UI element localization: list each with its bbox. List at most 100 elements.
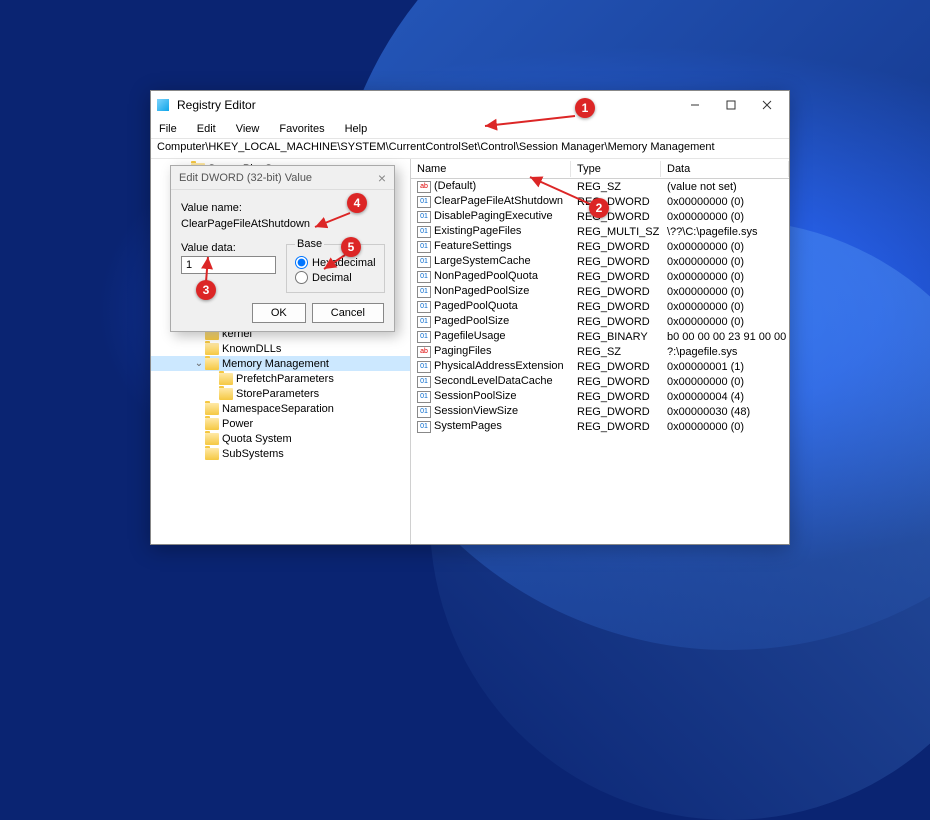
value-data-label: Value data: xyxy=(181,242,276,254)
folder-icon xyxy=(205,403,219,415)
menu-file[interactable]: File xyxy=(155,121,181,137)
value-row[interactable]: 01SystemPagesREG_DWORD0x00000000 (0) xyxy=(411,419,789,434)
menu-view[interactable]: View xyxy=(232,121,264,137)
menu-favorites[interactable]: Favorites xyxy=(275,121,328,137)
tree-item[interactable]: Power xyxy=(151,416,410,431)
value-type: REG_DWORD xyxy=(571,241,661,253)
tree-item[interactable]: StoreParameters xyxy=(151,386,410,401)
maximize-button[interactable] xyxy=(713,92,749,118)
binary-value-icon: 01 xyxy=(417,391,431,403)
binary-value-icon: 01 xyxy=(417,271,431,283)
menu-help[interactable]: Help xyxy=(341,121,372,137)
string-value-icon: ab xyxy=(417,181,431,193)
tree-item[interactable]: ⌄ Memory Management xyxy=(151,356,410,371)
value-row[interactable]: 01PagefileUsageREG_BINARYb0 00 00 00 23 … xyxy=(411,329,789,344)
folder-icon xyxy=(205,343,219,355)
value-name: (Default) xyxy=(434,180,476,192)
value-data: 0x00000000 (0) xyxy=(661,421,789,433)
binary-value-icon: 01 xyxy=(417,241,431,253)
cancel-button[interactable]: Cancel xyxy=(312,303,384,323)
binary-value-icon: 01 xyxy=(417,331,431,343)
list-header: Name Type Data xyxy=(411,159,789,179)
tree-item-label: Quota System xyxy=(222,433,292,445)
menubar: File Edit View Favorites Help xyxy=(151,119,789,139)
folder-icon xyxy=(205,358,219,370)
close-button[interactable] xyxy=(749,92,785,118)
radio-dec-input[interactable] xyxy=(295,271,308,284)
value-row[interactable]: 01PagedPoolQuotaREG_DWORD0x00000000 (0) xyxy=(411,299,789,314)
value-name: PagedPoolQuota xyxy=(434,300,518,312)
value-row[interactable]: ab(Default)REG_SZ(value not set) xyxy=(411,179,789,194)
tree-item[interactable]: KnownDLLs xyxy=(151,341,410,356)
value-data: 0x00000004 (4) xyxy=(661,391,789,403)
edit-dword-dialog: Edit DWORD (32-bit) Value × Value name: … xyxy=(170,165,395,332)
titlebar[interactable]: Registry Editor xyxy=(151,91,789,119)
ok-button[interactable]: OK xyxy=(252,303,306,323)
value-name: LargeSystemCache xyxy=(434,255,531,267)
binary-value-icon: 01 xyxy=(417,301,431,313)
value-name: DisablePagingExecutive xyxy=(434,210,553,222)
binary-value-icon: 01 xyxy=(417,376,431,388)
tree-item[interactable]: SubSystems xyxy=(151,446,410,461)
value-data: 0x00000000 (0) xyxy=(661,211,789,223)
tree-item-label: StoreParameters xyxy=(236,388,319,400)
value-row[interactable]: 01SecondLevelDataCacheREG_DWORD0x0000000… xyxy=(411,374,789,389)
callout-2: 2 xyxy=(589,198,609,218)
minimize-button[interactable] xyxy=(677,92,713,118)
regedit-icon xyxy=(155,97,171,113)
folder-icon xyxy=(205,418,219,430)
value-row[interactable]: 01PagedPoolSizeREG_DWORD0x00000000 (0) xyxy=(411,314,789,329)
value-type: REG_DWORD xyxy=(571,391,661,403)
menu-edit[interactable]: Edit xyxy=(193,121,220,137)
value-name: SecondLevelDataCache xyxy=(434,375,553,387)
value-row[interactable]: 01SessionViewSizeREG_DWORD0x00000030 (48… xyxy=(411,404,789,419)
tree-item-label: NamespaceSeparation xyxy=(222,403,334,415)
value-data: \??\C:\pagefile.sys xyxy=(661,226,789,238)
value-type: REG_DWORD xyxy=(571,286,661,298)
value-type: REG_DWORD xyxy=(571,421,661,433)
arrow-1 xyxy=(480,114,580,132)
dialog-titlebar[interactable]: Edit DWORD (32-bit) Value × xyxy=(171,166,394,190)
value-row[interactable]: 01ExistingPageFilesREG_MULTI_SZ\??\C:\pa… xyxy=(411,224,789,239)
value-data: 0x00000000 (0) xyxy=(661,271,789,283)
value-row[interactable]: 01PhysicalAddressExtensionREG_DWORD0x000… xyxy=(411,359,789,374)
value-name: PagingFiles xyxy=(434,345,491,357)
tree-item-label: Memory Management xyxy=(222,358,329,370)
tree-item[interactable]: NamespaceSeparation xyxy=(151,401,410,416)
arrow-2 xyxy=(525,174,595,212)
value-row[interactable]: 01LargeSystemCacheREG_DWORD0x00000000 (0… xyxy=(411,254,789,269)
value-row[interactable]: 01NonPagedPoolSizeREG_DWORD0x00000000 (0… xyxy=(411,284,789,299)
binary-value-icon: 01 xyxy=(417,256,431,268)
header-data[interactable]: Data xyxy=(661,161,789,177)
value-data: 0x00000000 (0) xyxy=(661,286,789,298)
value-data: (value not set) xyxy=(661,181,789,193)
value-data: 0x00000000 (0) xyxy=(661,241,789,253)
tree-item[interactable]: Quota System xyxy=(151,431,410,446)
chevron-down-icon[interactable]: ⌄ xyxy=(193,358,205,369)
folder-icon xyxy=(205,448,219,460)
value-name: SystemPages xyxy=(434,420,502,432)
value-row[interactable]: 01SessionPoolSizeREG_DWORD0x00000004 (4) xyxy=(411,389,789,404)
dialog-close-icon[interactable]: × xyxy=(378,170,386,186)
folder-icon xyxy=(205,433,219,445)
tree-item[interactable]: PrefetchParameters xyxy=(151,371,410,386)
value-type: REG_DWORD xyxy=(571,361,661,373)
value-row[interactable]: 01FeatureSettingsREG_DWORD0x00000000 (0) xyxy=(411,239,789,254)
tree-item-label: PrefetchParameters xyxy=(236,373,334,385)
value-name: NonPagedPoolQuota xyxy=(434,270,538,282)
callout-4: 4 xyxy=(347,193,367,213)
base-legend: Base xyxy=(295,238,324,250)
value-row[interactable]: abPagingFilesREG_SZ?:\pagefile.sys xyxy=(411,344,789,359)
value-data-input[interactable] xyxy=(181,256,276,274)
value-data: 0x00000000 (0) xyxy=(661,196,789,208)
value-type: REG_DWORD xyxy=(571,316,661,328)
arrow-5 xyxy=(320,253,350,276)
value-row[interactable]: 01NonPagedPoolQuotaREG_DWORD0x00000000 (… xyxy=(411,269,789,284)
radio-hex-input[interactable] xyxy=(295,256,308,269)
value-type: REG_DWORD xyxy=(571,256,661,268)
arrow-4 xyxy=(310,211,355,234)
value-type: REG_MULTI_SZ xyxy=(571,226,661,238)
tree-item-label: SubSystems xyxy=(222,448,284,460)
callout-5: 5 xyxy=(341,237,361,257)
address-bar[interactable]: Computer\HKEY_LOCAL_MACHINE\SYSTEM\Curre… xyxy=(151,139,789,159)
